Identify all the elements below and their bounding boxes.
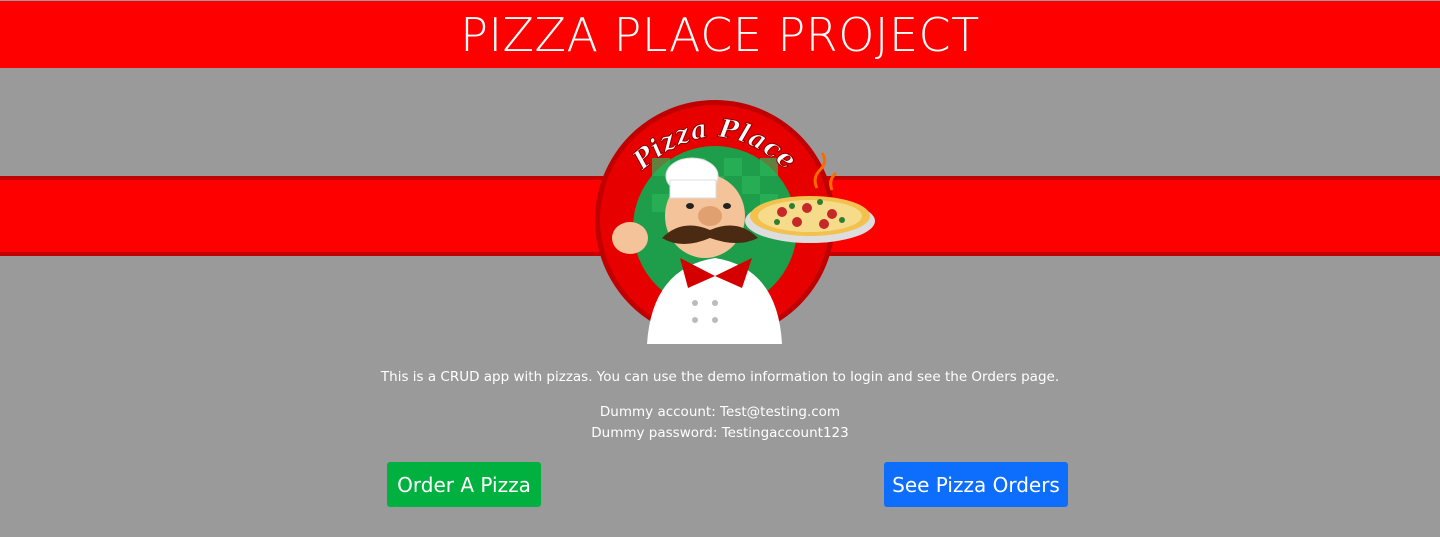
app-description: This is a CRUD app with pizzas. You can … [380, 369, 1060, 385]
page-header: PIZZA PLACE PROJECT [0, 1, 1440, 68]
dummy-password-text: Dummy password: Testingaccount123 [591, 425, 849, 441]
see-pizza-orders-button[interactable]: See Pizza Orders [884, 462, 1068, 507]
pizza-place-logo: Pizza Place [595, 100, 875, 344]
page-title: PIZZA PLACE PROJECT [460, 7, 980, 62]
dummy-account-text: Dummy account: Test@testing.com [599, 404, 841, 420]
order-pizza-button[interactable]: Order A Pizza [387, 462, 541, 507]
